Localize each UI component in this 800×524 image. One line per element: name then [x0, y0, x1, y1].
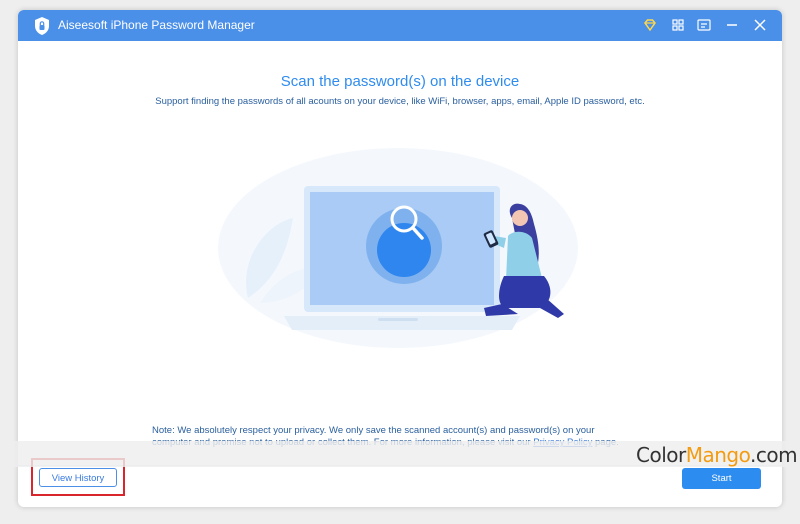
title-bar: Aiseesoft iPhone Password Manager — [18, 10, 782, 41]
diamond-icon[interactable] — [642, 17, 658, 33]
page-subtitle: Support finding the passwords of all aco… — [155, 96, 645, 107]
app-title: Aiseesoft iPhone Password Manager — [58, 18, 255, 32]
grid-menu-icon[interactable] — [670, 17, 686, 33]
app-window: Aiseesoft iPhone Password Manager Scan t… — [18, 10, 782, 507]
close-icon[interactable] — [752, 17, 768, 33]
feedback-icon[interactable] — [696, 17, 712, 33]
app-logo-icon — [35, 17, 49, 35]
view-history-button[interactable]: View History — [39, 468, 117, 487]
page-title: Scan the password(s) on the device — [280, 73, 520, 90]
watermark-part-color: Color — [636, 443, 686, 467]
watermark-part-domain: .com — [750, 443, 798, 467]
scan-device-illustration — [218, 148, 578, 348]
start-button[interactable]: Start — [682, 468, 761, 489]
watermark: ColorMango.com — [636, 443, 798, 467]
minimize-icon[interactable] — [724, 17, 740, 33]
watermark-part-mango: Mango — [685, 443, 751, 467]
